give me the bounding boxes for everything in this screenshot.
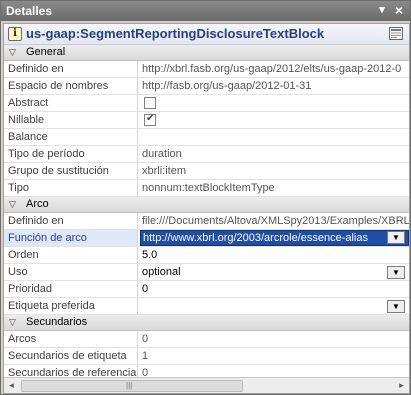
dropdown-arrow-icon[interactable]: ▼ <box>387 300 405 313</box>
property-row[interactable]: Arcos 0 <box>4 331 409 348</box>
collapse-icon[interactable]: ▽ <box>9 315 16 330</box>
property-row[interactable]: Grupo de sustitución xbrli:item <box>4 163 409 180</box>
property-row[interactable]: Nillable ✔ <box>4 112 409 129</box>
dropdown-arrow-icon[interactable]: ▼ <box>387 231 405 244</box>
window-titlebar[interactable]: Detalles ▾ × <box>1 1 410 21</box>
property-label: Grupo de sustitución <box>4 163 138 179</box>
property-row[interactable]: Uso optional ▼ <box>4 264 409 281</box>
section-arco[interactable]: ▽ Arco <box>4 197 409 213</box>
property-label: Balance <box>4 129 138 145</box>
property-row[interactable]: Tipo de período duration <box>4 146 409 163</box>
pin-dropdown-icon[interactable]: ▾ <box>375 3 389 18</box>
property-value: 1 <box>142 350 149 362</box>
property-row[interactable]: Balance <box>4 129 409 146</box>
property-row[interactable]: Abstract <box>4 95 409 112</box>
section-title: Arco <box>26 198 49 210</box>
grip-icon: ||| <box>126 381 133 390</box>
property-label: Etiqueta preferida <box>4 298 138 314</box>
property-label: Prioridad <box>4 281 138 297</box>
property-label: Abstract <box>4 95 138 111</box>
collapse-icon[interactable]: ▽ <box>9 197 16 212</box>
property-row-selected[interactable]: Función de arco http://www.xbrl.org/2003… <box>4 230 409 247</box>
nillable-checkbox[interactable]: ✔ <box>144 113 156 126</box>
property-grid: ▽ General Definido en http://xbrl.fasb.o… <box>4 45 409 382</box>
horizontal-scrollbar[interactable]: ◂ ||| ▸ <box>4 377 409 393</box>
property-value: http://xbrl.fasb.org/us-gaap/2012/elts/u… <box>142 63 402 75</box>
property-label: Orden <box>4 247 138 263</box>
property-label: Arcos <box>4 331 138 347</box>
arcrole-select[interactable]: http://www.xbrl.org/2003/arcrole/essence… <box>140 230 409 246</box>
order-field[interactable]: 5.0 <box>142 247 409 263</box>
property-row[interactable]: Orden 5.0 <box>4 247 409 264</box>
property-label: Tipo <box>4 180 138 196</box>
property-label: Definido en <box>4 213 138 229</box>
view-options-icon[interactable] <box>389 27 403 40</box>
scroll-right-icon[interactable]: ▸ <box>394 378 409 393</box>
details-window: Detalles ▾ × i us-gaap:SegmentReportingD… <box>0 0 411 395</box>
property-label: Definido en <box>4 61 138 77</box>
property-row[interactable]: Prioridad 0 <box>4 281 409 298</box>
property-label: Nillable <box>4 112 138 128</box>
details-panel: i us-gaap:SegmentReportingDisclosureText… <box>3 23 410 394</box>
window-title: Detalles <box>6 4 53 18</box>
property-value: duration <box>142 148 182 160</box>
property-label: Uso <box>4 264 138 280</box>
scrollbar-thumb[interactable]: ||| <box>21 380 243 392</box>
property-row[interactable]: Definido en file:///Documents/Altova/XML… <box>4 213 409 230</box>
property-row[interactable]: Etiqueta preferida ▼ <box>4 298 409 315</box>
property-label: Función de arco <box>4 230 138 246</box>
abstract-checkbox[interactable] <box>144 97 156 109</box>
section-title: General <box>26 46 66 58</box>
element-name: us-gaap:SegmentReportingDisclosureTextBl… <box>26 26 325 41</box>
property-value: xbrli:item <box>142 165 187 177</box>
property-value: file:///Documents/Altova/XMLSpy2013/Exam… <box>142 215 409 227</box>
use-select[interactable]: optional <box>142 264 409 280</box>
property-label: Tipo de período <box>4 146 138 162</box>
property-row[interactable]: Secundarios de etiqueta 1 <box>4 348 409 365</box>
property-row[interactable]: Definido en http://xbrl.fasb.org/us-gaap… <box>4 61 409 78</box>
property-value <box>142 129 409 145</box>
close-icon[interactable]: × <box>392 3 406 18</box>
scroll-left-icon[interactable]: ◂ <box>4 378 19 393</box>
property-value: nonnum:textBlockItemType <box>142 182 275 194</box>
element-header: i us-gaap:SegmentReportingDisclosureText… <box>4 24 409 45</box>
info-icon: i <box>8 27 22 41</box>
section-secundarios[interactable]: ▽ Secundarios <box>4 315 409 331</box>
property-row[interactable]: Tipo nonnum:textBlockItemType <box>4 180 409 197</box>
section-general[interactable]: ▽ General <box>4 45 409 61</box>
checkmark-icon: ✔ <box>146 113 155 124</box>
section-title: Secundarios <box>26 316 88 328</box>
property-row[interactable]: Espacio de nombres http://fasb.org/us-ga… <box>4 78 409 95</box>
property-label: Espacio de nombres <box>4 78 138 94</box>
property-value: http://fasb.org/us-gaap/2012-01-31 <box>142 80 312 92</box>
priority-field[interactable]: 0 <box>142 281 409 297</box>
dropdown-arrow-icon[interactable]: ▼ <box>387 266 405 279</box>
property-label: Secundarios de etiqueta <box>4 348 138 364</box>
property-value: 0 <box>142 333 149 345</box>
preferred-label-select[interactable] <box>142 298 409 314</box>
collapse-icon[interactable]: ▽ <box>9 45 16 60</box>
